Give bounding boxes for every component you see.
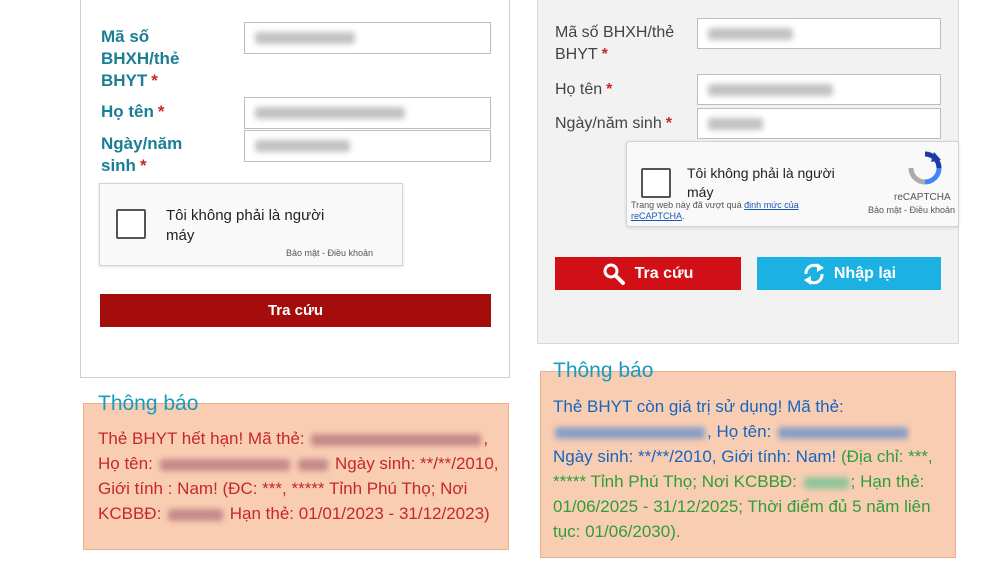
left-recaptcha-footer[interactable]: Bảo mật - Điều khoản (286, 248, 373, 258)
right-notice-box: Thông báo Thẻ BHYT còn giá trị sử dụng! … (540, 359, 956, 558)
left-notice-title: Thông báo (98, 392, 199, 415)
redacted-name-cont (298, 458, 329, 471)
left-name-input[interactable] (244, 97, 491, 129)
left-notice-text: Thẻ BHYT hết hạn! Mã thẻ: , Họ tên: Ngày… (98, 429, 499, 523)
redacted-card-number (555, 426, 705, 439)
right-recaptcha-widget: Tôi không phải là người máy Trang web nà… (626, 141, 959, 227)
left-recaptcha-widget: Tôi không phải là người máy Bảo mật - Đi… (99, 183, 403, 266)
recaptcha-logo-icon (907, 150, 943, 186)
recaptcha-brand: reCAPTCHA (894, 192, 951, 203)
left-name-label: Họ tên * (101, 102, 165, 121)
right-dob-input[interactable] (697, 108, 941, 139)
right-dob-label: Ngày/năm sinh * (555, 115, 672, 132)
refresh-icon (803, 262, 824, 285)
right-reset-button[interactable]: Nhập lại (757, 257, 941, 290)
redacted-name (778, 426, 908, 439)
left-recaptcha-checkbox[interactable] (116, 209, 146, 239)
right-name-label: Họ tên * (555, 81, 613, 98)
right-recaptcha-text: Tôi không phải là người máy (687, 165, 835, 200)
left-bhxh-label: Mã số BHXH/thẻ BHYT * (101, 27, 180, 90)
redacted-card-number (311, 433, 482, 446)
redacted-name (159, 458, 290, 471)
right-recaptcha-checkbox[interactable] (641, 168, 671, 198)
right-recaptcha-warning: Trang web này đã vượt quá định mức của r… (631, 200, 799, 221)
right-notice-title: Thông báo (553, 359, 654, 382)
right-notice-text: Thẻ BHYT còn giá trị sử dụng! Mã thẻ: , … (553, 397, 933, 541)
recaptcha-quota-link[interactable]: định mức của (744, 200, 799, 210)
right-name-input[interactable] (697, 74, 941, 105)
redacted-kcbbd (803, 476, 849, 489)
left-bhxh-input[interactable] (244, 22, 491, 54)
left-search-button[interactable]: Tra cứu (100, 294, 491, 327)
left-dob-input[interactable] (244, 130, 491, 162)
left-recaptcha-text: Tôi không phải là người máy (166, 207, 325, 244)
right-bhxh-input[interactable] (697, 18, 941, 49)
left-notice-box: Thông báo Thẻ BHYT hết hạn! Mã thẻ: , Họ… (83, 392, 509, 550)
search-icon (603, 263, 625, 285)
right-bhxh-label: Mã số BHXH/thẻ BHYT * (555, 24, 675, 63)
redacted-kcbbd (168, 508, 224, 521)
right-search-button[interactable]: Tra cứu (555, 257, 741, 290)
right-recaptcha-footer[interactable]: Bảo mật - Điều khoản (868, 205, 955, 215)
left-dob-label: Ngày/năm sinh * (101, 134, 183, 175)
